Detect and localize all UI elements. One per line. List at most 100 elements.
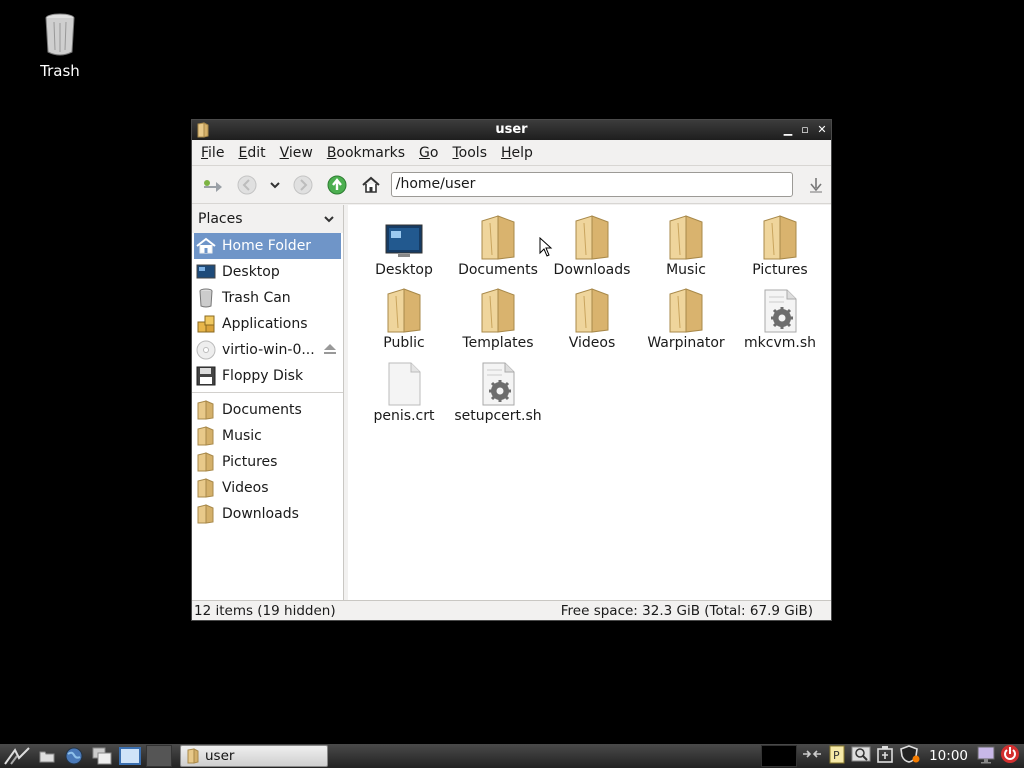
menubar: File Edit View Bookmarks Go Tools Help — [192, 140, 831, 166]
sidebar-item-label: Trash Can — [222, 290, 291, 306]
workspace-pager[interactable] — [144, 744, 174, 768]
eject-icon[interactable] — [323, 343, 337, 359]
trash-icon — [45, 13, 75, 56]
window-switcher-button[interactable] — [88, 744, 116, 768]
file-item-desktop[interactable]: Desktop — [358, 209, 450, 278]
network-icon[interactable] — [801, 745, 823, 767]
sidebar-item-floppy-disk[interactable]: Floppy Disk — [192, 363, 343, 389]
folder-icon — [481, 215, 515, 260]
sidebar-item-label: Desktop — [222, 264, 280, 280]
menu-edit[interactable]: Edit — [231, 145, 272, 161]
folder-icon — [197, 452, 214, 472]
file-item-music[interactable]: Music — [640, 209, 732, 278]
desktop: Trash user ▁ ▫ ✕ File Edit View Bookmark… — [0, 0, 1024, 744]
folder-icon — [575, 215, 609, 260]
folder-icon — [197, 504, 214, 524]
sidebar-item-trash-can[interactable]: Trash Can — [192, 285, 343, 311]
sidebar-item-desktop[interactable]: Desktop — [192, 259, 343, 285]
history-dropdown-button[interactable] — [266, 170, 284, 200]
sidebar-item-home-folder[interactable]: Home Folder — [194, 233, 341, 259]
screen-lock-icon[interactable] — [976, 744, 996, 768]
sidebar-item-label: Home Folder — [222, 238, 312, 254]
folder-icon — [197, 478, 214, 498]
folder-icon — [669, 215, 703, 260]
desktop-icon — [119, 747, 141, 765]
chevron-down-icon — [324, 216, 334, 223]
sidebar-item-label: virtio-win-0... — [222, 342, 315, 358]
minimize-icon[interactable]: ▁ — [783, 120, 793, 140]
file-item-penis-crt[interactable]: penis.crt — [358, 355, 450, 424]
places-header[interactable]: Places — [192, 205, 343, 233]
menu-view[interactable]: View — [273, 145, 320, 161]
browser-launcher[interactable] — [60, 744, 88, 768]
home-button[interactable] — [356, 170, 386, 200]
item-count: 12 items (19 hidden) — [194, 602, 336, 619]
sidebar-item-label: Floppy Disk — [222, 368, 304, 384]
file-name: setupcert.sh — [454, 408, 542, 424]
menu-go[interactable]: Go — [412, 145, 445, 161]
file-item-videos[interactable]: Videos — [546, 282, 638, 351]
window-titlebar[interactable]: user ▁ ▫ ✕ — [192, 120, 831, 140]
home-icon — [196, 237, 216, 254]
show-desktop-button[interactable] — [116, 744, 144, 768]
back-icon — [237, 175, 257, 194]
forward-icon — [293, 175, 313, 194]
menu-help[interactable]: Help — [494, 145, 540, 161]
sidebar-item-virtio-win[interactable]: virtio-win-0... — [192, 337, 343, 363]
menu-bookmarks[interactable]: Bookmarks — [320, 145, 412, 161]
script-icon — [764, 289, 797, 333]
folder-icon — [387, 288, 421, 333]
battery-icon[interactable] — [875, 744, 895, 768]
up-button[interactable] — [322, 170, 352, 200]
menu-tools[interactable]: Tools — [445, 145, 494, 161]
file-item-templates[interactable]: Templates — [452, 282, 544, 351]
file-item-setupcert-sh[interactable]: setupcert.sh — [452, 355, 544, 424]
clipboard-icon[interactable]: P — [827, 744, 847, 768]
file-name: Warpinator — [647, 335, 725, 351]
close-icon[interactable]: ✕ — [817, 120, 827, 140]
taskbar-window-user[interactable]: user — [180, 745, 328, 767]
sidebar-bookmark-music[interactable]: Music — [192, 423, 343, 449]
places-sidebar: Places Home Folder Desktop Trash Can App… — [192, 205, 344, 601]
file-item-warpinator[interactable]: Warpinator — [640, 282, 732, 351]
file-item-downloads[interactable]: Downloads — [546, 209, 638, 278]
start-menu-button[interactable] — [0, 744, 34, 768]
sidebar-item-applications[interactable]: Applications — [192, 311, 343, 337]
file-name: Downloads — [553, 262, 631, 278]
file-name: mkcvm.sh — [744, 335, 816, 351]
file-name: Documents — [458, 262, 538, 278]
address-bar[interactable]: /home/user — [390, 172, 794, 197]
status-bar: 12 items (19 hidden) Free space: 32.3 Gi… — [192, 600, 831, 620]
sidebar-bookmark-downloads[interactable]: Downloads — [192, 501, 343, 527]
power-icon[interactable] — [1000, 744, 1020, 768]
new-tab-button[interactable] — [198, 170, 228, 200]
file-item-pictures[interactable]: Pictures — [734, 209, 826, 278]
update-shield-icon[interactable] — [899, 744, 921, 768]
chevron-down-icon — [270, 181, 280, 188]
back-button[interactable] — [232, 170, 262, 200]
clock[interactable]: 10:00 — [929, 748, 968, 764]
folder-icon — [197, 122, 209, 145]
go-button[interactable] — [801, 170, 831, 200]
menu-file[interactable]: File — [194, 145, 231, 161]
search-icon[interactable] — [851, 744, 871, 768]
file-name: Public — [383, 335, 425, 351]
forward-button[interactable] — [288, 170, 318, 200]
mouse-cursor-icon — [539, 237, 553, 257]
file-item-public[interactable]: Public — [358, 282, 450, 351]
sidebar-bookmark-documents[interactable]: Documents — [192, 397, 343, 423]
sidebar-bookmark-videos[interactable]: Videos — [192, 475, 343, 501]
cdrom-icon — [196, 340, 216, 360]
file-manager-launcher[interactable] — [34, 744, 60, 768]
applications-icon — [197, 315, 215, 333]
sidebar-bookmark-pictures[interactable]: Pictures — [192, 449, 343, 475]
new-tab-icon — [203, 179, 222, 192]
taskbar: user P 10:00 — [0, 744, 1024, 768]
file-icon — [388, 362, 421, 406]
file-name: Pictures — [752, 262, 808, 278]
folder-icon — [197, 426, 214, 446]
file-item-documents[interactable]: Documents — [452, 209, 544, 278]
desktop-trash[interactable]: Trash — [30, 12, 90, 80]
maximize-icon[interactable]: ▫ — [800, 120, 810, 140]
file-item-mkcvm-sh[interactable]: mkcvm.sh — [734, 282, 826, 351]
